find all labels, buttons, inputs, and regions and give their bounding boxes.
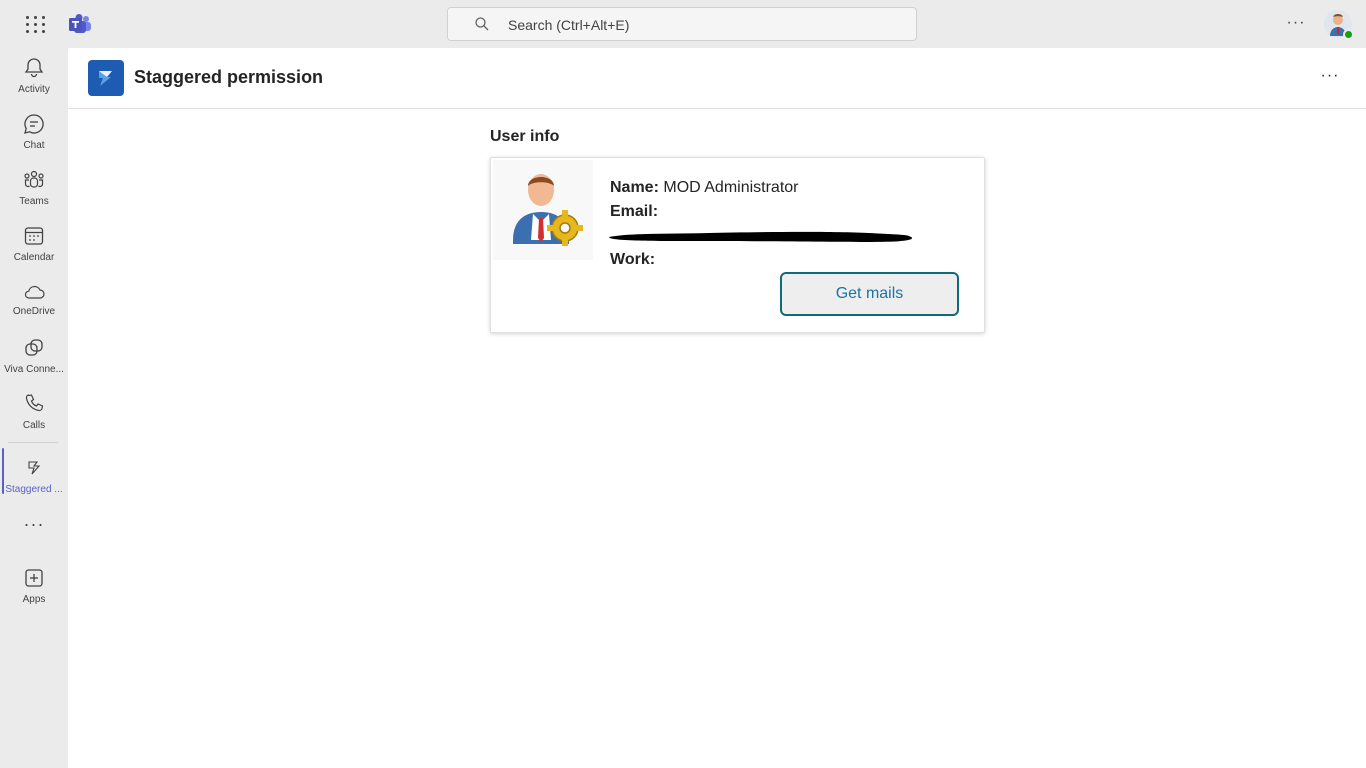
add-app-icon [25, 569, 43, 587]
rail-more-apps-button[interactable]: ··· [0, 516, 68, 540]
rail-item-staggered-permission[interactable]: Staggered ... [0, 448, 68, 508]
user-name-field: Name: MOD Administrator [610, 179, 799, 197]
app-more-options-button[interactable]: ··· [1318, 65, 1342, 89]
user-work-field: Work: [610, 251, 655, 269]
rail-item-chat[interactable]: Chat [0, 112, 68, 164]
app-rail: Activity Chat Teams Calendar OneDrive Vi… [0, 48, 68, 768]
search-icon [475, 17, 489, 31]
presence-available-icon [1343, 29, 1354, 40]
rail-item-teams[interactable]: Teams [0, 168, 68, 220]
work-label: Work: [610, 251, 656, 268]
admin-user-picture [493, 160, 593, 260]
app-logo-icon [88, 60, 124, 96]
redacted-email-value [609, 231, 913, 242]
search-input[interactable]: Search (Ctrl+Alt+E) [447, 7, 917, 41]
app-header: Staggered permission ··· [68, 48, 1366, 109]
user-email-field: Email: [610, 203, 658, 221]
rail-item-apps[interactable]: Apps [0, 566, 68, 618]
get-mails-button[interactable]: Get mails [780, 272, 959, 316]
rail-label-teams: Teams [19, 196, 49, 207]
top-bar: Search (Ctrl+Alt+E) ··· [0, 0, 1366, 48]
name-value: MOD Administrator [663, 179, 799, 196]
rail-label-viva-connections: Viva Conne... [4, 364, 64, 375]
search-placeholder: Search (Ctrl+Alt+E) [508, 17, 630, 33]
main-content: Staggered permission ··· User info Name:… [68, 48, 1366, 768]
rail-label-activity: Activity [18, 84, 50, 95]
rail-divider [8, 442, 58, 443]
rail-item-calls[interactable]: Calls [0, 392, 68, 444]
calendar-icon [24, 227, 44, 245]
name-label: Name: [610, 179, 659, 196]
email-label: Email: [610, 203, 659, 220]
user-info-heading: User info [490, 128, 560, 145]
bell-icon [24, 58, 44, 78]
rail-item-viva-connections[interactable]: Viva Conne... [0, 336, 68, 388]
settings-more-button[interactable]: ··· [1284, 12, 1308, 36]
rail-label-calendar: Calendar [13, 252, 55, 263]
teams-logo-icon [69, 14, 91, 33]
app-launcher-icon[interactable] [22, 12, 46, 36]
rail-item-calendar[interactable]: Calendar [0, 224, 68, 276]
rail-label-staggered-permission: Staggered ... [5, 484, 63, 495]
user-info-card: Name: MOD Administrator Email: Work: Get… [490, 157, 985, 333]
user-avatar[interactable] [1324, 10, 1354, 40]
rail-label-calls: Calls [22, 420, 46, 431]
rail-label-onedrive: OneDrive [12, 306, 56, 317]
teams-icon [24, 170, 44, 188]
rail-item-onedrive[interactable]: OneDrive [0, 280, 68, 332]
rail-label-chat: Chat [23, 140, 45, 151]
page-title: Staggered permission [134, 67, 324, 87]
viva-connections-icon [25, 339, 43, 356]
rail-more-label: ··· [23, 516, 45, 532]
rail-item-activity[interactable]: Activity [0, 56, 68, 108]
cloud-icon [24, 285, 45, 299]
staggered-app-icon [28, 461, 41, 475]
rail-label-apps: Apps [22, 594, 46, 605]
phone-icon [25, 394, 44, 412]
chat-icon [24, 114, 44, 134]
